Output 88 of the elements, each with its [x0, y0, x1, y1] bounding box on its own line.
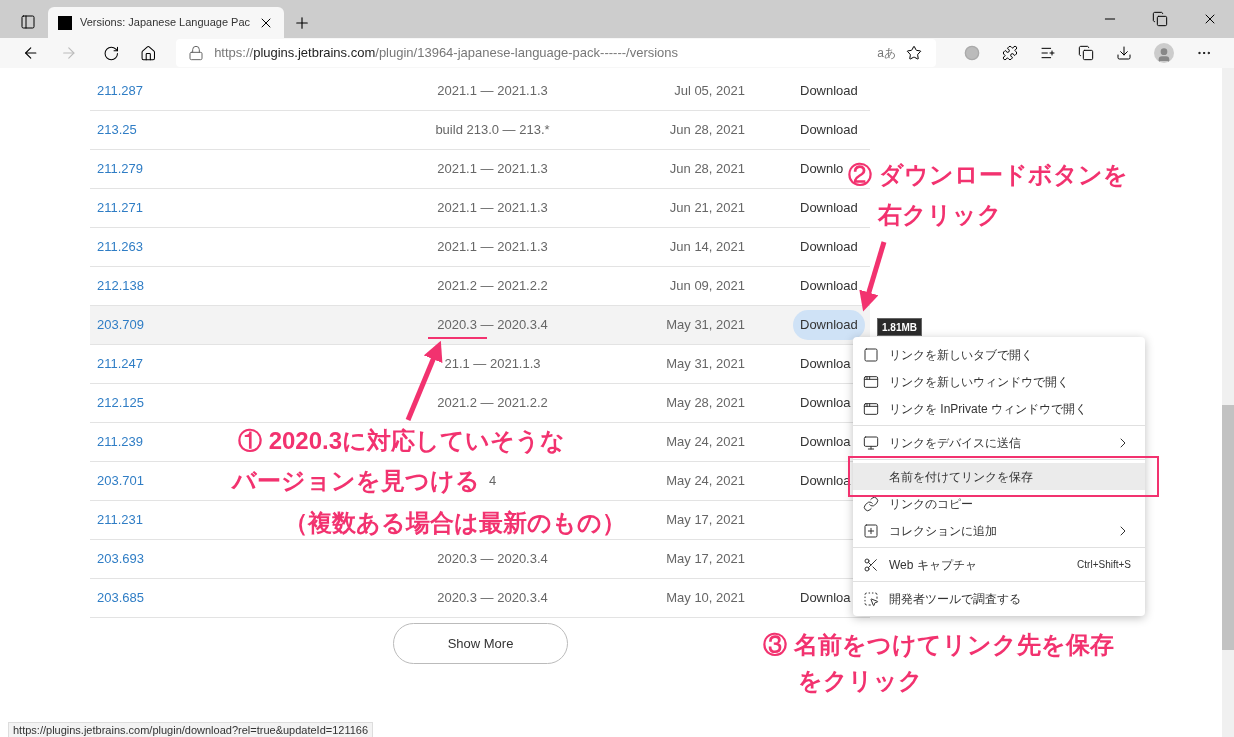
favorites-icon[interactable]	[1040, 45, 1056, 61]
release-date: Jun 09, 2021	[669, 278, 745, 294]
build-range: 2020.3 — 2020.3.4	[437, 590, 548, 606]
arrow	[859, 241, 887, 312]
underline-mark	[427, 337, 488, 339]
tab-icon	[863, 346, 879, 363]
build-range: 2021.1 — 2021.1.3	[437, 83, 548, 99]
version-link[interactable]: 211.239	[97, 434, 144, 450]
release-date: May 31, 2021	[666, 356, 745, 372]
build-range: 2020.3 — 2020.3.4	[437, 551, 548, 567]
annotation-text: ③ 名前をつけてリンク先を保存	[763, 630, 1114, 660]
reload-icon[interactable]	[103, 44, 120, 62]
tab-title: Versions: Japanese Language Pac	[80, 15, 251, 31]
annotation-text: （複数ある場合は最新のもの）	[284, 508, 626, 538]
build-range: 2021.1 — 2021.1.3	[437, 200, 548, 216]
download-link[interactable]: Download	[793, 271, 865, 301]
release-date: May 17, 2021	[666, 512, 745, 528]
version-link[interactable]: 211.271	[97, 200, 144, 216]
release-date: Jun 14, 2021	[669, 239, 745, 255]
build-range: 2021.2 — 2021.2.2	[437, 395, 548, 411]
annotation-text: ① 2020.3に対応していそうな	[238, 426, 566, 456]
menu-item[interactable]: 名前を付けてリンクを保存	[853, 463, 1145, 490]
browser-tab[interactable]: Versions: Japanese Language Pac	[48, 7, 285, 38]
url-text: https://plugins.jetbrains.com/plugin/13964-japanese-language-pack------/versions	[214, 44, 680, 63]
link-icon	[863, 495, 879, 512]
release-date: Jun 28, 2021	[669, 161, 745, 177]
build-range: build 213.0 — 213.*	[435, 122, 550, 138]
private-window-icon	[863, 400, 879, 417]
status-url: https://plugins.jetbrains.com/plugin/download?rel=true&updateId=121166	[8, 722, 374, 737]
restore-icon[interactable]	[1152, 11, 1168, 27]
site-icon	[58, 15, 72, 30]
annotation-text: バージョンを見つける	[232, 466, 480, 496]
version-link[interactable]: 212.138	[97, 278, 144, 294]
home-icon[interactable]	[139, 44, 157, 62]
build-range: 21.1 — 2021.1.3	[444, 356, 541, 372]
release-date: Jun 21, 2021	[669, 200, 745, 216]
menu-item[interactable]: リンクのコピー	[853, 490, 1145, 517]
version-link[interactable]: 211.263	[97, 239, 144, 255]
download-link[interactable]: Download	[793, 76, 865, 106]
build-range: 4	[488, 473, 497, 489]
annotation-text: 右クリック	[878, 200, 1002, 230]
scrollbar[interactable]	[1222, 68, 1234, 737]
version-link[interactable]: 211.231	[97, 512, 144, 528]
build-range: 2021.1 — 2021.1.3	[437, 161, 548, 177]
version-link[interactable]: 211.279	[97, 161, 144, 177]
tab-actions-icon[interactable]	[20, 14, 36, 30]
extensions-icon[interactable]	[1002, 45, 1018, 61]
version-link[interactable]: 211.287	[97, 83, 144, 99]
release-date: May 24, 2021	[666, 473, 745, 489]
add-icon	[863, 522, 879, 539]
devices-icon	[863, 434, 879, 451]
release-date: May 28, 2021	[666, 395, 745, 411]
file-size-tooltip: 1.81MB	[877, 318, 922, 336]
version-link[interactable]: 212.125	[97, 395, 144, 411]
release-date: Jun 28, 2021	[669, 122, 745, 138]
annotation-text: をクリック	[798, 666, 923, 696]
release-date: May 10, 2021	[666, 590, 745, 606]
window-icon	[863, 373, 879, 390]
add-favorite-icon[interactable]	[906, 45, 922, 61]
release-date: May 17, 2021	[666, 551, 745, 567]
download-link[interactable]: Download	[793, 232, 865, 262]
inspect-icon	[863, 590, 879, 607]
lock-icon	[188, 45, 205, 61]
read-aloud-icon[interactable]: aあ	[877, 44, 896, 62]
release-date: Jul 05, 2021	[674, 83, 745, 99]
annotation-text: ② ダウンロードボタンを	[848, 160, 1128, 190]
build-range: 2021.1 — 2021.1.3	[437, 239, 548, 255]
collections-icon[interactable]	[1078, 45, 1094, 61]
download-link[interactable]: Download	[793, 193, 865, 223]
shortcut-text: Ctrl+Shift+S	[1077, 558, 1131, 572]
release-date: May 24, 2021	[666, 434, 745, 450]
scissors-icon	[863, 556, 879, 573]
menu-item[interactable]: Web キャプチャ Ctrl+Shift+S	[853, 551, 1145, 578]
build-range: 2020.3 — 2020.3.4	[437, 317, 548, 333]
address-bar[interactable]: https://plugins.jetbrains.com/plugin/13964-japanese-language-pack------/versions aあ	[176, 39, 936, 67]
version-link[interactable]: 203.685	[97, 590, 144, 606]
version-link[interactable]: 203.693	[97, 551, 144, 567]
build-range: 2021.2 — 2021.2.2	[437, 278, 548, 294]
menu-item[interactable]: コレクションに追加	[853, 517, 1145, 544]
version-link[interactable]: 211.247	[97, 356, 144, 372]
download-icon[interactable]	[1116, 45, 1132, 61]
version-link[interactable]: 203.701	[97, 473, 144, 489]
download-link[interactable]: Download	[793, 115, 865, 145]
release-date: May 31, 2021	[666, 317, 745, 333]
download-link[interactable]: Download	[793, 310, 865, 340]
profile-avatar[interactable]	[1154, 43, 1174, 63]
version-link[interactable]: 203.709	[97, 317, 144, 333]
version-link[interactable]: 213.25	[97, 122, 137, 138]
